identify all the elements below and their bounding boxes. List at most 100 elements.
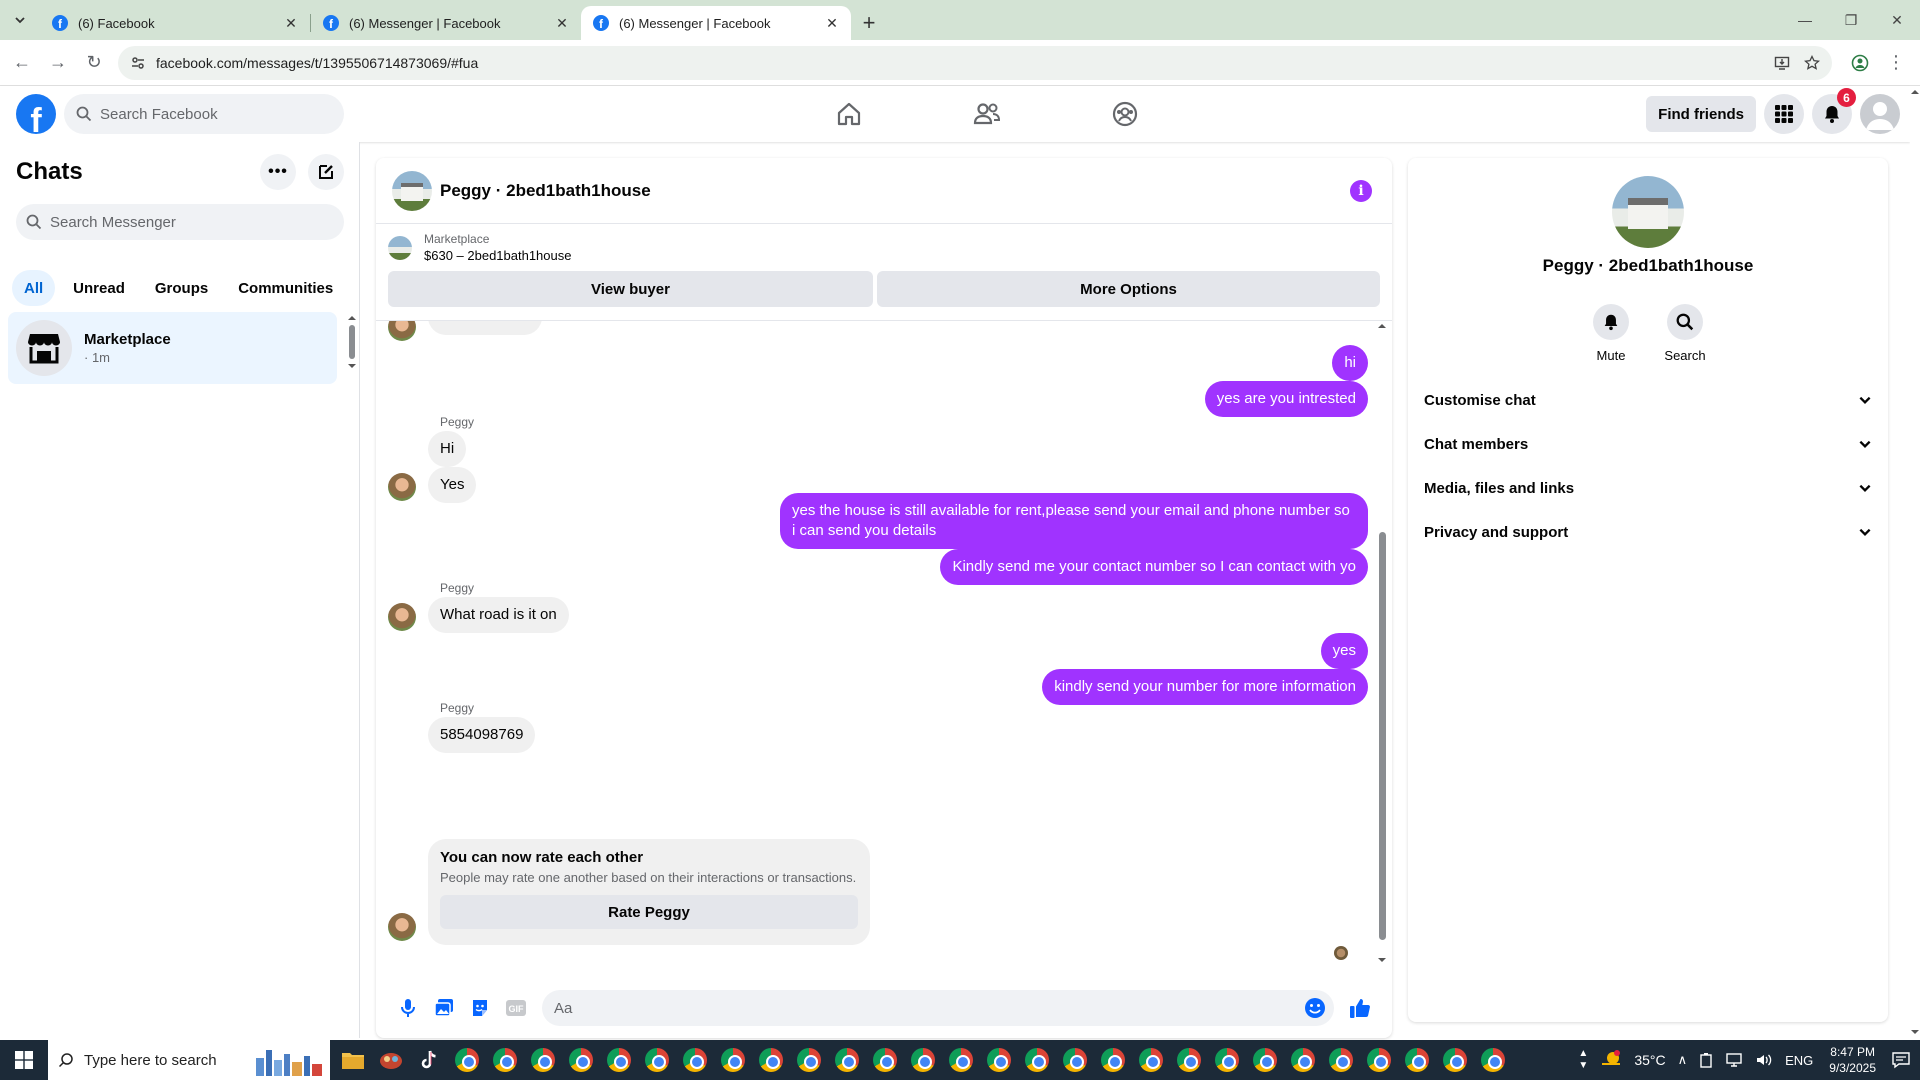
conversation-info-icon[interactable]: i [1350,180,1372,202]
close-tab-icon[interactable]: ✕ [282,14,300,32]
taskbar-chrome-22[interactable] [1246,1040,1284,1080]
taskbar-chrome-2[interactable] [486,1040,524,1080]
search-in-conversation-button[interactable] [1667,304,1703,340]
minimize-icon[interactable]: — [1782,0,1828,40]
taskbar-chrome-3[interactable] [524,1040,562,1080]
browser-tab-2[interactable]: f (6) Messenger | Facebook ✕ [311,6,581,40]
message-list-scrollbar[interactable] [1376,320,1388,966]
mute-button[interactable] [1593,304,1629,340]
message-input[interactable]: Aa [542,990,1334,1026]
tab-search-button[interactable] [0,0,40,40]
reload-button[interactable]: ↻ [76,45,112,81]
messenger-search-input[interactable]: Search Messenger [16,204,344,240]
volume-icon[interactable] [1749,1052,1779,1068]
taskbar-chrome-28[interactable] [1474,1040,1512,1080]
notifications-button[interactable]: 6 [1812,88,1856,134]
chat-list-scrollbar[interactable] [346,312,358,372]
taskbar-chrome-23[interactable] [1284,1040,1322,1080]
section-chat-members[interactable]: Chat members [1424,422,1872,466]
taskbar-chrome-16[interactable] [1018,1040,1056,1080]
back-button[interactable]: ← [4,45,40,81]
chat-item-marketplace[interactable]: Marketplace · 1m [8,312,337,384]
search-action[interactable]: Search [1664,304,1706,363]
taskbar-tiktok[interactable] [410,1040,448,1080]
more-options-button[interactable]: More Options [877,271,1380,307]
weather-icon[interactable] [1594,1050,1628,1070]
gif-button[interactable]: GIF [498,990,534,1026]
taskbar-chrome-6[interactable] [638,1040,676,1080]
contact-avatar-large[interactable] [1612,176,1684,248]
taskbar-scroll-arrows-icon[interactable]: ▲ ▼ [1572,1048,1594,1072]
taskbar-chrome-12[interactable] [866,1040,904,1080]
taskbar-chrome-5[interactable] [600,1040,638,1080]
install-app-icon[interactable] [1774,55,1790,71]
taskbar-chrome-15[interactable] [980,1040,1018,1080]
filter-communities[interactable]: Communities [226,270,345,306]
sticker-button[interactable] [462,990,498,1026]
bookmark-star-icon[interactable] [1804,54,1820,71]
taskbar-app-game[interactable] [372,1040,410,1080]
url-omnibox[interactable]: facebook.com/messages/t/1395506714873069… [118,45,1832,80]
listing-price-title[interactable]: $630 – 2bed1bath1house [424,248,571,263]
taskbar-chrome-8[interactable] [714,1040,752,1080]
close-window-icon[interactable]: ✕ [1874,0,1920,40]
forward-button[interactable]: → [40,45,76,81]
browser-menu-button[interactable]: ⋮ [1878,45,1914,81]
emoji-icon[interactable] [1304,997,1326,1019]
network-icon[interactable] [1719,1052,1749,1068]
taskbar-chrome-19[interactable] [1132,1040,1170,1080]
notification-center-icon[interactable] [1886,1051,1920,1069]
close-tab-icon[interactable]: ✕ [553,14,571,32]
conversation-title[interactable]: Peggy · 2bed1bath1house [440,181,651,201]
taskbar-chrome-1[interactable] [448,1040,486,1080]
mute-action[interactable]: Mute [1591,304,1631,363]
view-buyer-button[interactable]: View buyer [388,271,873,307]
filter-unread[interactable]: Unread [61,270,137,306]
taskbar-chrome-13[interactable] [904,1040,942,1080]
taskbar-chrome-7[interactable] [676,1040,714,1080]
nav-groups[interactable] [1056,86,1194,142]
section-privacy-support[interactable]: Privacy and support [1424,510,1872,554]
section-media-files-links[interactable]: Media, files and links [1424,466,1872,510]
facebook-search-input[interactable]: Search Facebook [64,94,344,134]
restore-icon[interactable]: ❐ [1828,0,1874,40]
start-button[interactable] [0,1040,48,1080]
voice-clip-button[interactable] [390,990,426,1026]
taskbar-search-box[interactable]: Type here to search [48,1040,330,1080]
filter-all[interactable]: All [12,270,56,306]
taskbar-chrome-18[interactable] [1094,1040,1132,1080]
taskbar-chrome-25[interactable] [1360,1040,1398,1080]
browser-tab-1[interactable]: f (6) Facebook ✕ [40,6,310,40]
account-avatar[interactable] [1860,94,1900,134]
taskbar-chrome-24[interactable] [1322,1040,1360,1080]
taskbar-chrome-11[interactable] [828,1040,866,1080]
scroll-thumb[interactable] [1379,532,1386,940]
filter-groups[interactable]: Groups [143,270,220,306]
chat-options-button[interactable]: ••• [260,154,296,190]
temperature-text[interactable]: 35°C [1628,1052,1671,1068]
profile-button[interactable] [1842,45,1878,81]
find-friends-button[interactable]: Find friends [1646,96,1756,132]
language-indicator[interactable]: ENG [1779,1053,1819,1068]
page-scrollbar[interactable] [1910,86,1920,1038]
nav-home[interactable] [780,86,918,142]
rate-peggy-button[interactable]: Rate Peggy [440,895,858,929]
menu-button[interactable] [1764,94,1804,134]
browser-tab-3-active[interactable]: f (6) Messenger | Facebook ✕ [581,6,851,40]
taskbar-chrome-27[interactable] [1436,1040,1474,1080]
listing-thumbnail[interactable] [388,235,412,260]
taskbar-chrome-10[interactable] [790,1040,828,1080]
taskbar-chrome-21[interactable] [1208,1040,1246,1080]
section-customise-chat[interactable]: Customise chat [1424,378,1872,422]
taskbar-chrome-26[interactable] [1398,1040,1436,1080]
taskbar-clock[interactable]: 8:47 PM 9/3/2025 [1819,1044,1886,1076]
battery-icon[interactable] [1693,1052,1719,1068]
taskbar-chrome-14[interactable] [942,1040,980,1080]
attach-photo-button[interactable] [426,990,462,1026]
site-info-icon[interactable] [130,55,146,71]
taskbar-chrome-9[interactable] [752,1040,790,1080]
taskbar-file-explorer[interactable] [334,1040,372,1080]
facebook-logo-icon[interactable]: f [16,94,56,134]
new-message-button[interactable] [308,154,344,190]
taskbar-chrome-20[interactable] [1170,1040,1208,1080]
